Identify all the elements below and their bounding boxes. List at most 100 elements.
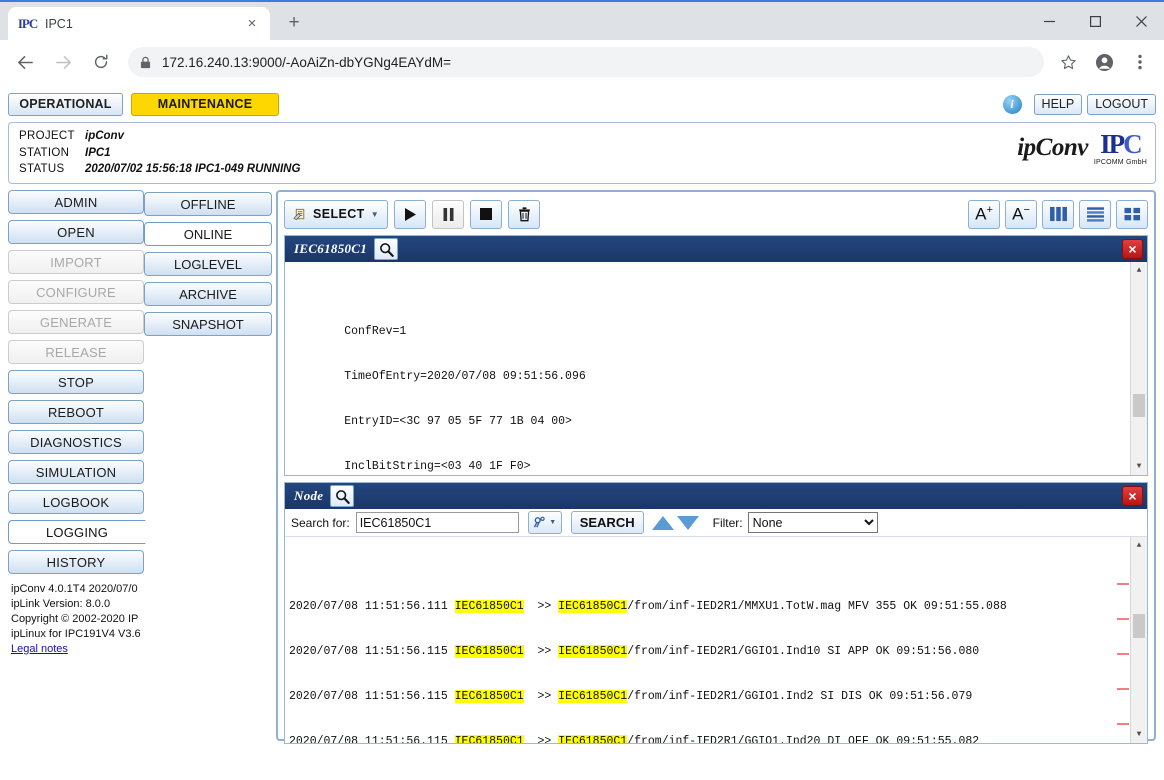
clear-trash-button[interactable] — [508, 199, 541, 229]
ipcomm-logo-subtitle: IPCOMM GmbH — [1093, 159, 1147, 166]
forward-icon[interactable] — [47, 46, 79, 78]
sidebar-item-history[interactable]: HISTORY — [8, 550, 144, 574]
font-decrease-label: A — [1012, 204, 1024, 224]
reload-icon[interactable] — [85, 46, 117, 78]
legal-notes-link[interactable]: Legal notes — [11, 643, 68, 655]
back-icon[interactable] — [9, 46, 41, 78]
sidebar-item-diagnostics[interactable]: DIAGNOSTICS — [8, 430, 144, 454]
play-button[interactable] — [394, 199, 427, 229]
search-prev-icon[interactable] — [651, 515, 674, 530]
subsidebar-item-offline[interactable]: OFFLINE — [144, 192, 272, 216]
address-bar-url: 172.16.240.13:9000/-AoAiZn-dbYGNg4EAYdM= — [162, 54, 452, 70]
close-tab-icon[interactable]: × — [242, 14, 262, 34]
panel-node-scrollbar[interactable]: ▲ ▼ — [1130, 537, 1147, 743]
close-window-icon[interactable] — [1118, 2, 1164, 40]
sidebar-item-release: RELEASE — [8, 340, 144, 364]
sidebar-item-simulation[interactable]: SIMULATION — [8, 460, 144, 484]
row-arrow: >> — [523, 600, 559, 613]
sidebar-item-logbook[interactable]: LOGBOOK — [8, 490, 144, 514]
status-value: 2020/07/02 15:56:18 IPC1-049 RUNNING — [85, 163, 301, 175]
minimize-icon[interactable] — [1026, 2, 1072, 40]
scroll-up-icon[interactable]: ▲ — [1137, 537, 1142, 554]
font-increase-sup: + — [986, 203, 993, 216]
subsidebar-item-online[interactable]: ONLINE — [144, 222, 272, 246]
subsidebar-item-snapshot[interactable]: SNAPSHOT — [144, 312, 272, 336]
sidebar-item-stop[interactable]: STOP — [8, 370, 144, 394]
search-input[interactable] — [355, 512, 519, 533]
mode-operational-button[interactable]: OPERATIONAL — [8, 92, 123, 116]
font-increase-button[interactable]: A+ — [968, 199, 1000, 229]
logout-button[interactable]: LOGOUT — [1087, 93, 1156, 115]
browser-toolbar: 172.16.240.13:9000/-AoAiZn-dbYGNg4EAYdM= — [0, 40, 1164, 84]
project-label: PROJECT — [19, 130, 75, 142]
help-button[interactable]: HELP — [1033, 93, 1083, 115]
filter-select[interactable]: None — [747, 512, 878, 533]
row-node: IEC61850C1 — [454, 690, 524, 703]
stop-button[interactable] — [470, 199, 503, 229]
table-row: 2020/07/08 11:51:56.111 IEC61850C1 >> IE… — [289, 599, 1113, 614]
sidebar-item-admin[interactable]: ADMIN — [8, 190, 144, 214]
minimap-mark — [1117, 688, 1129, 690]
info-icon[interactable]: i — [1002, 94, 1022, 114]
subsidebar-item-loglevel[interactable]: LOGLEVEL — [144, 252, 272, 276]
search-options-button[interactable]: ▼ — [527, 511, 562, 534]
row-arrow: >> — [523, 690, 559, 703]
scroll-down-icon[interactable]: ▼ — [1137, 726, 1142, 743]
secondary-sidebar: OFFLINE ONLINE LOGLEVEL ARCHIVE SNAPSHOT — [144, 190, 272, 741]
browser-menu-icon[interactable] — [1124, 46, 1156, 78]
view-options: A+ A− — [968, 199, 1148, 229]
panel-iec61850c1-close-icon[interactable]: × — [1122, 239, 1143, 259]
panel-iec61850c1-title: IEC61850C1 — [294, 241, 368, 256]
select-dropdown-button[interactable]: SELECT ▼ — [284, 199, 389, 229]
row-node-target: IEC61850C1 — [558, 735, 628, 743]
search-next-icon[interactable] — [676, 515, 699, 530]
sidebar-item-logging[interactable]: LOGGING — [8, 520, 146, 544]
panel-node-search-icon[interactable] — [330, 485, 355, 507]
browser-tab-ipc1[interactable]: IPC IPC1 × — [8, 7, 270, 40]
tab-title: IPC1 — [45, 16, 73, 31]
new-tab-button[interactable]: + — [279, 8, 309, 38]
brand-wordmark: ipConv — [1017, 133, 1088, 161]
ipcomm-logo: IPC IPCOMM GmbH — [1094, 129, 1147, 166]
panel-iec61850c1-scrollbar[interactable]: ▲ ▼ — [1130, 262, 1147, 475]
panel-node: Node × Search for: ▼ SEARCH — [284, 482, 1148, 744]
columns-view-button[interactable] — [1042, 199, 1074, 229]
search-button[interactable]: SEARCH — [570, 511, 644, 534]
sidebar-item-reboot[interactable]: REBOOT — [8, 400, 144, 424]
footer-version-iplink: ipLink Version: 8.0.0 — [11, 598, 111, 610]
font-decrease-button[interactable]: A− — [1005, 199, 1037, 229]
pause-button[interactable] — [432, 199, 465, 229]
panel-iec61850c1-header: IEC61850C1 × — [285, 236, 1147, 262]
logging-toolbar: SELECT ▼ A+ A− — [284, 198, 1148, 230]
scroll-thumb[interactable] — [1133, 614, 1145, 638]
panel-iec61850c1-log[interactable]: ConfRev=1 TimeOfEntry=2020/07/08 09:51:5… — [285, 262, 1147, 475]
web-page: OPERATIONAL MAINTENANCE i HELP LOGOUT PR… — [0, 84, 1164, 780]
subsidebar-item-archive[interactable]: ARCHIVE — [144, 282, 272, 306]
omnibox-actions — [1050, 46, 1158, 78]
mode-maintenance-button[interactable]: MAINTENANCE — [131, 92, 279, 116]
scroll-track[interactable] — [1131, 279, 1147, 458]
sidebar-item-open[interactable]: OPEN — [8, 220, 144, 244]
minimap-mark — [1117, 653, 1129, 655]
info-row-project: PROJECT ipConv — [19, 128, 300, 145]
scroll-thumb[interactable] — [1133, 394, 1145, 417]
node-search-row: Search for: ▼ SEARCH Filter: None — [285, 509, 1147, 537]
footer-copyright: Copyright © 2002-2020 IP — [11, 613, 139, 625]
profile-avatar-icon[interactable] — [1088, 46, 1120, 78]
scroll-down-icon[interactable]: ▼ — [1137, 458, 1142, 475]
address-bar[interactable]: 172.16.240.13:9000/-AoAiZn-dbYGNg4EAYdM= — [128, 47, 1044, 77]
panel-iec61850c1-log-lines: ConfRev=1 TimeOfEntry=2020/07/08 09:51:5… — [289, 294, 1147, 475]
list-view-button[interactable] — [1079, 199, 1111, 229]
panel-search-icon[interactable] — [374, 238, 399, 260]
grid-view-button[interactable] — [1116, 199, 1148, 229]
maximize-icon[interactable] — [1072, 2, 1118, 40]
sidebar-footer: ipConv 4.0.1T4 2020/07/0 ipLink Version:… — [8, 582, 144, 657]
bookmark-star-icon[interactable] — [1052, 46, 1084, 78]
scroll-up-icon[interactable]: ▲ — [1137, 262, 1142, 279]
minimap-mark — [1117, 583, 1129, 585]
panel-node-close-icon[interactable]: × — [1122, 486, 1143, 506]
scroll-track[interactable] — [1131, 554, 1147, 726]
row-node-target: IEC61850C1 — [558, 600, 628, 613]
panel-node-log[interactable]: 2020/07/08 11:51:56.111 IEC61850C1 >> IE… — [285, 537, 1147, 743]
row-node: IEC61850C1 — [454, 735, 524, 743]
